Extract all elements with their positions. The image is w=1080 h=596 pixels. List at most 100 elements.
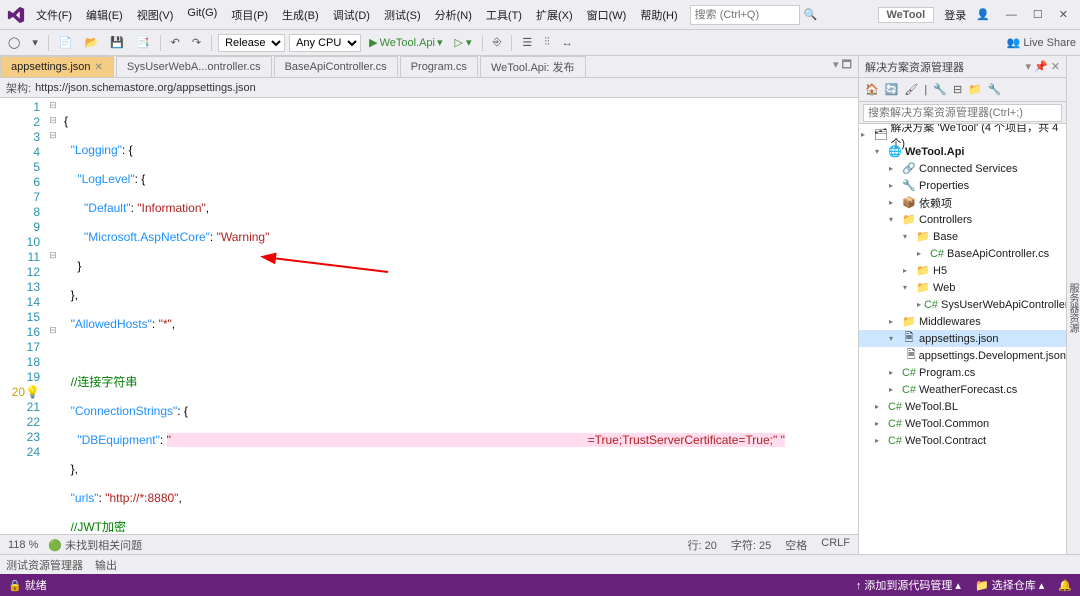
misc-btn-2[interactable]: ☰ <box>518 36 536 49</box>
fold-column[interactable]: ⊟⊟⊟⊟⊟ <box>46 98 60 534</box>
tree-appdev[interactable]: 🗎appsettings.Development.json <box>859 347 1066 364</box>
solution-toolbar[interactable]: 🏠🔄🖌|🔧⊟📁🔧 <box>859 78 1066 102</box>
tree-deps[interactable]: ▸📦依赖项 <box>859 194 1066 211</box>
schema-url[interactable]: https://json.schemastore.org/appsettings… <box>35 82 256 94</box>
panel-pin-icon[interactable]: ▾ 📌 ✕ <box>1025 60 1060 73</box>
solution-explorer: 解决方案资源管理器 ▾ 📌 ✕ 🏠🔄🖌|🔧⊟📁🔧 ▸🗂解决方案 'WeTool' … <box>858 56 1066 554</box>
menu-analyze[interactable]: 分析(N) <box>429 5 478 25</box>
menu-extensions[interactable]: 扩展(X) <box>530 5 579 25</box>
tree-contract[interactable]: ▸C#WeTool.Contract <box>859 432 1066 449</box>
tree-bl[interactable]: ▸C#WeTool.BL <box>859 398 1066 415</box>
vs-logo-icon <box>6 5 26 25</box>
brush-icon[interactable]: 🖌 <box>902 83 920 96</box>
editor-tabs: appsettings.json✕ SysUserWebA...ontrolle… <box>0 56 858 78</box>
zoom-level[interactable]: 118 % <box>8 539 38 551</box>
code-body[interactable]: { "Logging": { "LogLevel": { "Default": … <box>60 98 858 534</box>
tree-weather[interactable]: ▸C#WeatherForecast.cs <box>859 381 1066 398</box>
menu-build[interactable]: 生成(B) <box>276 5 325 25</box>
solution-search[interactable] <box>863 104 1062 122</box>
tree-h5[interactable]: ▸📁H5 <box>859 262 1066 279</box>
misc-btn-4[interactable]: ↔ <box>558 37 577 49</box>
status-bar: 🔒 就绪 ↑ 添加到源代码管理 ▴ 📁 选择仓库 ▴ 🔔 <box>0 574 1080 596</box>
menu-edit[interactable]: 编辑(E) <box>80 5 129 25</box>
liveshare-button[interactable]: 👥 Live Share <box>1007 36 1076 49</box>
no-issues: 🟢 未找到相关问题 <box>48 537 142 553</box>
solution-tree[interactable]: ▸🗂解决方案 'WeTool' (4 个项目，共 4 个) ▾🌐WeTool.A… <box>859 124 1066 554</box>
tab-appsettings[interactable]: appsettings.json✕ <box>0 56 114 77</box>
menu-debug[interactable]: 调试(D) <box>327 5 376 25</box>
collapse-icon[interactable]: ⊟ <box>951 83 964 96</box>
showall-icon[interactable]: 📁 <box>966 83 984 96</box>
tab-overflow-icon[interactable]: ▾ 🗖 <box>827 54 858 77</box>
schema-label: 架构: <box>6 80 31 96</box>
tree-controllers[interactable]: ▾📁Controllers <box>859 211 1066 228</box>
quick-search[interactable] <box>690 5 800 25</box>
tab-publish[interactable]: WeTool.Api: 发布 <box>480 56 586 77</box>
undo-button[interactable]: ↶ <box>167 36 184 49</box>
tree-web[interactable]: ▾📁Web <box>859 279 1066 296</box>
misc-btn-1[interactable]: ⎆ <box>489 36 506 49</box>
login-link[interactable]: 登录 <box>944 7 966 23</box>
tab-output[interactable]: 输出 <box>95 557 117 573</box>
tree-middlewares[interactable]: ▸📁Middlewares <box>859 313 1066 330</box>
wrench-icon[interactable]: 🔧 <box>931 83 949 96</box>
search-icon[interactable]: 🔍 <box>804 8 818 21</box>
tree-baseapi[interactable]: ▸C#BaseApiController.cs <box>859 245 1066 262</box>
misc-btn-3[interactable]: ⫶⫶ <box>540 36 554 49</box>
title-bar: 文件(F) 编辑(E) 视图(V) Git(G) 项目(P) 生成(B) 调试(… <box>0 0 1080 30</box>
collapsed-server-tab[interactable]: 服务器资源 <box>1066 56 1080 554</box>
menu-view[interactable]: 视图(V) <box>131 5 180 25</box>
tree-common[interactable]: ▸C#WeTool.Common <box>859 415 1066 432</box>
menu-test[interactable]: 测试(S) <box>378 5 427 25</box>
panel-title: 解决方案资源管理器 <box>865 59 964 75</box>
tree-solution[interactable]: ▸🗂解决方案 'WeTool' (4 个项目，共 4 个) <box>859 126 1066 143</box>
editor-status-bar: 118 % 🟢 未找到相关问题 行: 20 字符: 25 空格 CRLF <box>0 534 858 554</box>
status-repo[interactable]: 📁 选择仓库 ▴ <box>975 577 1044 593</box>
status-eol: CRLF <box>821 537 850 553</box>
home-icon[interactable]: 🏠 <box>863 83 881 96</box>
main-menu[interactable]: 文件(F) 编辑(E) 视图(V) Git(G) 项目(P) 生成(B) 调试(… <box>30 5 684 25</box>
close-icon[interactable]: ✕ <box>95 62 103 73</box>
menu-project[interactable]: 项目(P) <box>225 5 274 25</box>
search-input[interactable] <box>695 9 795 21</box>
sync-icon[interactable]: 🔄 <box>883 83 901 96</box>
toolbar: ◯ ▾ 📄 📂 💾 📑 ↶ ↷ Release Any CPU ▶ WeTool… <box>0 30 1080 56</box>
nav-back-button[interactable]: ◯ <box>4 36 24 49</box>
menu-help[interactable]: 帮助(H) <box>634 5 683 25</box>
config-select[interactable]: Release <box>218 34 285 52</box>
start-button[interactable]: ▶ WeTool.Api ▾ <box>365 36 446 49</box>
start-wod-button[interactable]: ▷ ▾ <box>451 36 476 49</box>
tree-sysuser[interactable]: ▸C#SysUserWebApiController.cs <box>859 296 1066 313</box>
new-file-button[interactable]: 📄 <box>55 36 77 49</box>
status-indent: 空格 <box>785 537 807 553</box>
tree-program[interactable]: ▸C#Program.cs <box>859 364 1066 381</box>
tab-sysuser[interactable]: SysUserWebA...ontroller.cs <box>116 56 272 77</box>
tab-baseapi[interactable]: BaseApiController.cs <box>274 56 398 77</box>
tab-test-explorer[interactable]: 测试资源管理器 <box>6 557 83 573</box>
tree-properties[interactable]: ▸🔧Properties <box>859 177 1066 194</box>
menu-file[interactable]: 文件(F) <box>30 5 78 25</box>
props-icon[interactable]: 🔧 <box>986 83 1004 96</box>
menu-window[interactable]: 窗口(W) <box>581 5 633 25</box>
platform-select[interactable]: Any CPU <box>289 34 361 52</box>
close-button[interactable]: ✕ <box>1053 4 1074 25</box>
tree-appsettings[interactable]: ▾🗎appsettings.json <box>859 330 1066 347</box>
user-icon[interactable]: 👤 <box>976 8 990 21</box>
tool-window-tabs[interactable]: 测试资源管理器 输出 <box>0 554 1080 574</box>
save-all-button[interactable]: 📑 <box>132 36 154 49</box>
menu-tools[interactable]: 工具(T) <box>480 5 528 25</box>
save-button[interactable]: 💾 <box>106 36 128 49</box>
code-editor[interactable]: 1234567891011121314151617181920💡21222324… <box>0 98 858 534</box>
redo-button[interactable]: ↷ <box>188 36 205 49</box>
menu-git[interactable]: Git(G) <box>181 5 223 25</box>
status-source-control[interactable]: ↑ 添加到源代码管理 ▴ <box>856 577 961 593</box>
tree-base[interactable]: ▾📁Base <box>859 228 1066 245</box>
nav-fwd-button[interactable]: ▾ <box>28 36 42 49</box>
maximize-button[interactable]: ☐ <box>1027 4 1049 25</box>
tab-program[interactable]: Program.cs <box>400 56 478 77</box>
line-gutter: 1234567891011121314151617181920💡21222324 <box>0 98 46 534</box>
tree-connected[interactable]: ▸🔗Connected Services <box>859 160 1066 177</box>
open-button[interactable]: 📂 <box>81 36 103 49</box>
status-line: 行: 20 <box>688 537 717 553</box>
minimize-button[interactable]: — <box>1000 5 1023 25</box>
